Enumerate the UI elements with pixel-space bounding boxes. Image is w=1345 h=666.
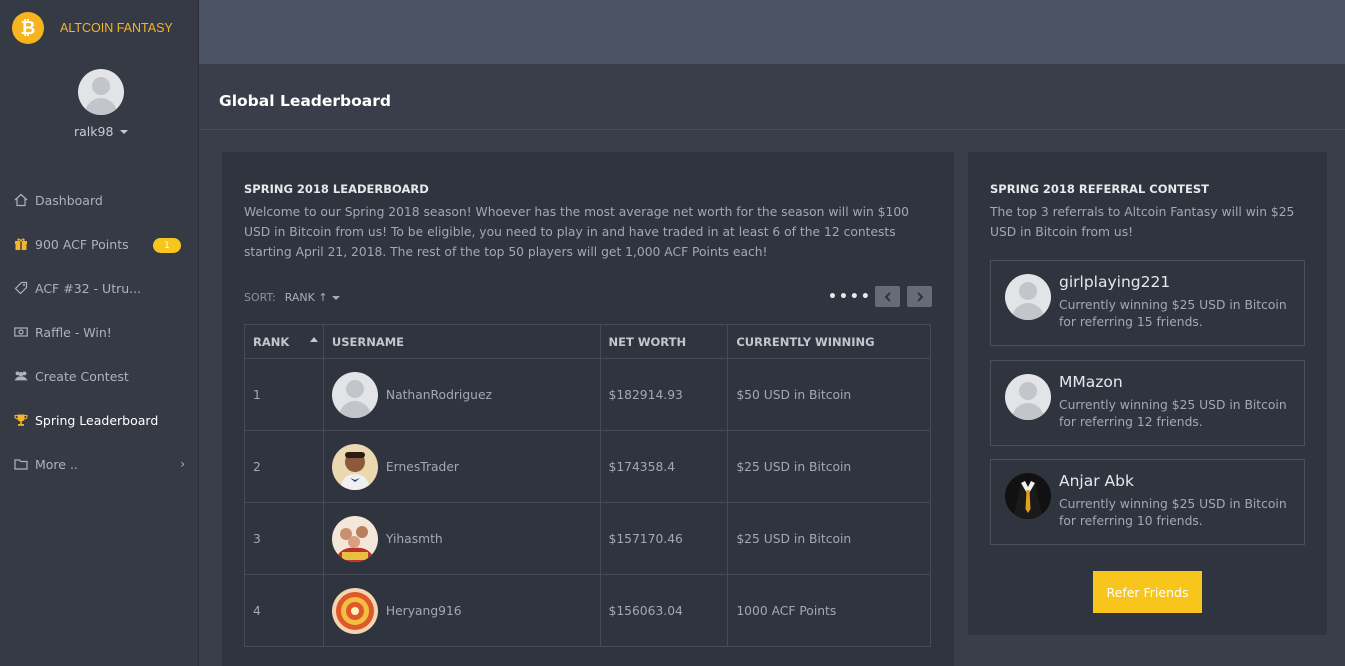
notification-badge: 1 [153,238,181,253]
referral-description: The top 3 referrals to Altcoin Fantasy w… [990,205,1295,239]
referral-name[interactable]: MMazon [1059,373,1123,391]
table-row[interactable]: 4 Heryang916 $156063.04 1000 ACF Points [244,574,931,647]
sidebar-item-dashboard[interactable]: Dashboard [0,178,199,222]
username-cell: Heryang916 [322,574,601,647]
avatar[interactable] [331,587,378,634]
leaderboard-card: SPRING 2018 LEADERBOARD Welcome to our S… [222,152,954,666]
referral-desc: Currently winning $25 USD in Bitcoin for… [1059,497,1287,528]
column-header-rank[interactable]: RANK [244,324,324,359]
avatar[interactable] [331,371,378,418]
sidebar-nav: Dashboard 900 ACF Points 1 ACF #32 - Utr… [0,178,199,486]
sidebar-item-more[interactable]: More .. › [0,442,199,486]
sort-dropdown[interactable]: RANK ↑ [285,291,340,304]
rank-cell: 2 [244,430,324,503]
avatar [1005,274,1051,320]
table-row[interactable]: 1 NathanRodriguez $182914.93 $50 USD in … [244,358,931,431]
prev-page-button[interactable] [875,286,900,307]
tag-icon [14,281,28,295]
winning-cell: $25 USD in Bitcoin [727,430,931,503]
winning-cell: $25 USD in Bitcoin [727,502,931,575]
top-bar [199,0,1345,64]
sidebar: ₿ ALTCOIN FANTASY ralk98 Dashboard 900 A… [0,0,199,666]
avatar[interactable] [331,443,378,490]
net-worth-cell: $156063.04 [599,574,729,647]
avatar [1005,473,1051,519]
column-header-username[interactable]: USERNAME [322,324,601,359]
sidebar-item-label: Create Contest [35,368,129,384]
sort-label: SORT: [244,291,276,304]
leaderboard-title: SPRING 2018 LEADERBOARD [244,182,429,196]
sidebar-item-label: Raffle - Win! [35,324,112,340]
table-header-row: RANK USERNAME NET WORTH CURRENTLY WINNIN… [244,324,931,359]
page-title: Global Leaderboard [219,92,391,110]
referral-item[interactable]: Anjar Abk Currently winning $25 USD in B… [990,459,1305,545]
chevron-left-icon [884,291,891,302]
sidebar-item-contest[interactable]: ACF #32 - Utru... [0,266,199,310]
referral-name[interactable]: girlplaying221 [1059,273,1170,291]
trophy-icon [14,413,28,427]
username-link[interactable]: ErnesTrader [386,460,459,474]
next-page-button[interactable] [907,286,932,307]
sidebar-item-create-contest[interactable]: Create Contest [0,354,199,398]
referral-title: SPRING 2018 REFERRAL CONTEST [990,182,1209,196]
chevron-down-icon [331,295,340,300]
referral-item[interactable]: MMazon Currently winning $25 USD in Bitc… [990,360,1305,446]
username-cell: NathanRodriguez [322,358,601,431]
table-row[interactable]: 3 Yihasmth $157170.46 $25 USD in Bitcoin [244,502,931,575]
sort-value: RANK ↑ [284,291,328,304]
column-header-currently-winning[interactable]: CURRENTLY WINNING [727,324,931,359]
leaderboard-table: RANK USERNAME NET WORTH CURRENTLY WINNIN… [244,324,931,647]
sidebar-item-label: 900 ACF Points [35,236,129,252]
gift-icon [14,237,28,251]
username-link[interactable]: Yihasmth [386,532,443,546]
username-cell: Yihasmth [322,502,601,575]
leaderboard-description: Welcome to our Spring 2018 season! Whoev… [244,205,910,259]
users-icon [14,369,28,383]
money-icon [14,325,28,339]
referral-desc: Currently winning $25 USD in Bitcoin for… [1059,298,1287,329]
net-worth-cell: $182914.93 [599,358,729,431]
avatar[interactable] [331,515,378,562]
winning-cell: $50 USD in Bitcoin [727,358,931,431]
username-link[interactable]: NathanRodriguez [386,388,492,402]
user-avatar[interactable] [78,69,124,115]
brand[interactable]: ₿ ALTCOIN FANTASY [12,12,173,44]
home-icon [14,193,28,207]
username-link[interactable]: Heryang916 [386,604,462,618]
sidebar-item-raffle[interactable]: Raffle - Win! [0,310,199,354]
rank-cell: 3 [244,502,324,575]
net-worth-cell: $157170.46 [599,502,729,575]
net-worth-cell: $174358.4 [599,430,729,503]
username-cell: ErnesTrader [322,430,601,503]
sort-control[interactable]: SORT: RANK ↑ [244,291,340,304]
column-header-net-worth[interactable]: NET WORTH [599,324,729,359]
sidebar-item-label: Spring Leaderboard [35,412,159,428]
rank-cell: 4 [244,574,324,647]
sort-ascending-icon [309,337,318,342]
chevron-down-icon [120,129,129,134]
user-menu[interactable]: ralk98 [74,124,129,139]
avatar [1005,374,1051,420]
sidebar-item-acf-points[interactable]: 900 ACF Points 1 [0,222,199,266]
referral-name[interactable]: Anjar Abk [1059,472,1134,490]
pagination-dots[interactable]: •••• [828,289,872,305]
rank-cell: 1 [244,358,324,431]
chevron-right-icon: › [180,457,185,471]
referral-item[interactable]: girlplaying221 Currently winning $25 USD… [990,260,1305,346]
sidebar-item-label: ACF #32 - Utru... [35,280,142,296]
chevron-right-icon [916,291,923,302]
referral-desc: Currently winning $25 USD in Bitcoin for… [1059,398,1287,429]
bitcoin-icon: ₿ [12,12,44,44]
table-row[interactable]: 2 ErnesTrader $174358.4 $25 USD in Bitco… [244,430,931,503]
refer-friends-button[interactable]: Refer Friends [1093,571,1202,613]
username-label: ralk98 [74,124,114,139]
folder-icon [14,457,28,471]
sidebar-item-spring-leaderboard[interactable]: Spring Leaderboard [0,398,199,442]
page-header: Global Leaderboard [199,64,1345,130]
sidebar-item-label: More .. [35,456,78,472]
referral-card: SPRING 2018 REFERRAL CONTEST The top 3 r… [968,152,1327,635]
sidebar-item-label: Dashboard [35,192,103,208]
brand-name: ALTCOIN FANTASY [60,21,173,35]
winning-cell: 1000 ACF Points [727,574,931,647]
